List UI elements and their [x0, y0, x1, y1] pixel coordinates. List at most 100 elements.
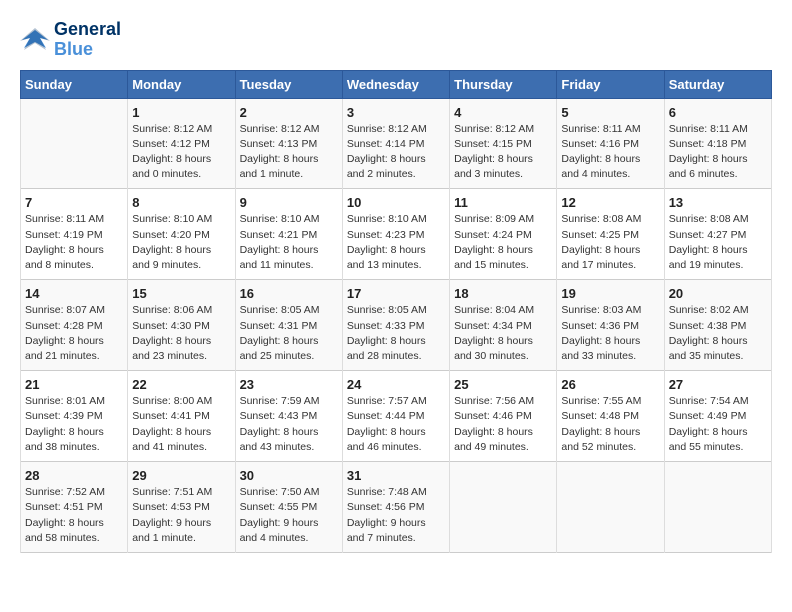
- day-info: Sunrise: 8:12 AM Sunset: 4:15 PM Dayligh…: [454, 122, 552, 183]
- day-number: 13: [669, 195, 767, 210]
- calendar-cell: 12 Sunrise: 8:08 AM Sunset: 4:25 PM Dayli…: [557, 189, 664, 280]
- day-number: 23: [240, 377, 338, 392]
- day-number: 21: [25, 377, 123, 392]
- day-number: 22: [132, 377, 230, 392]
- day-number: 7: [25, 195, 123, 210]
- day-number: 17: [347, 286, 445, 301]
- day-info: Sunrise: 8:12 AM Sunset: 4:12 PM Dayligh…: [132, 122, 230, 183]
- calendar-cell: 5Sunrise: 8:11 AM Sunset: 4:16 PM Daylig…: [557, 98, 664, 189]
- calendar-cell: 22 Sunrise: 8:00 AM Sunset: 4:41 PM Dayli…: [128, 371, 235, 462]
- day-number: 29: [132, 468, 230, 483]
- day-number: 25: [454, 377, 552, 392]
- day-number: 6: [669, 105, 767, 120]
- calendar-cell: 10 Sunrise: 8:10 AM Sunset: 4:23 PM Dayli…: [342, 189, 449, 280]
- day-info: Sunrise: 8:12 AM Sunset: 4:13 PM Dayligh…: [240, 122, 338, 183]
- day-info: Sunrise: 7:52 AM Sunset: 4:51 PM Dayligh…: [25, 485, 123, 546]
- column-header-saturday: Saturday: [664, 70, 771, 98]
- day-number: 8: [132, 195, 230, 210]
- day-info: Sunrise: 8:11 AM Sunset: 4:16 PM Dayligh…: [561, 122, 659, 183]
- day-info: Sunrise: 8:07 AM Sunset: 4:28 PM Dayligh…: [25, 303, 123, 364]
- day-number: 19: [561, 286, 659, 301]
- day-number: 24: [347, 377, 445, 392]
- day-info: Sunrise: 7:54 AM Sunset: 4:49 PM Dayligh…: [669, 394, 767, 455]
- logo-text-line2: Blue: [54, 40, 121, 60]
- day-info: Sunrise: 8:10 AM Sunset: 4:21 PM Dayligh…: [240, 212, 338, 273]
- column-header-monday: Monday: [128, 70, 235, 98]
- calendar-cell: 28 Sunrise: 7:52 AM Sunset: 4:51 PM Dayli…: [21, 462, 128, 553]
- day-info: Sunrise: 8:12 AM Sunset: 4:14 PM Dayligh…: [347, 122, 445, 183]
- column-header-wednesday: Wednesday: [342, 70, 449, 98]
- calendar-week-4: 21 Sunrise: 8:01 AM Sunset: 4:39 PM Dayli…: [21, 371, 772, 462]
- calendar-cell: 16Sunrise: 8:05 AM Sunset: 4:31 PM Dayli…: [235, 280, 342, 371]
- calendar-cell: 31Sunrise: 7:48 AM Sunset: 4:56 PM Dayli…: [342, 462, 449, 553]
- calendar-cell: 11 Sunrise: 8:09 AM Sunset: 4:24 PM Dayli…: [450, 189, 557, 280]
- calendar-cell: 1 Sunrise: 8:12 AM Sunset: 4:12 PM Daylig…: [128, 98, 235, 189]
- calendar-cell: 7 Sunrise: 8:11 AM Sunset: 4:19 PM Daylig…: [21, 189, 128, 280]
- day-info: Sunrise: 8:03 AM Sunset: 4:36 PM Dayligh…: [561, 303, 659, 364]
- calendar-week-1: 1 Sunrise: 8:12 AM Sunset: 4:12 PM Daylig…: [21, 98, 772, 189]
- day-info: Sunrise: 8:05 AM Sunset: 4:33 PM Dayligh…: [347, 303, 445, 364]
- day-number: 18: [454, 286, 552, 301]
- calendar-cell: 9 Sunrise: 8:10 AM Sunset: 4:21 PM Daylig…: [235, 189, 342, 280]
- calendar-cell: 8 Sunrise: 8:10 AM Sunset: 4:20 PM Daylig…: [128, 189, 235, 280]
- calendar-body: 1 Sunrise: 8:12 AM Sunset: 4:12 PM Daylig…: [21, 98, 772, 552]
- day-number: 3: [347, 105, 445, 120]
- calendar-cell: 25 Sunrise: 7:56 AM Sunset: 4:46 PM Dayli…: [450, 371, 557, 462]
- day-number: 4: [454, 105, 552, 120]
- day-number: 30: [240, 468, 338, 483]
- calendar-cell: 17 Sunrise: 8:05 AM Sunset: 4:33 PM Dayli…: [342, 280, 449, 371]
- day-info: Sunrise: 8:08 AM Sunset: 4:27 PM Dayligh…: [669, 212, 767, 273]
- day-number: 27: [669, 377, 767, 392]
- day-number: 9: [240, 195, 338, 210]
- day-number: 26: [561, 377, 659, 392]
- calendar-cell: 30Sunrise: 7:50 AM Sunset: 4:55 PM Dayli…: [235, 462, 342, 553]
- day-number: 12: [561, 195, 659, 210]
- day-info: Sunrise: 8:09 AM Sunset: 4:24 PM Dayligh…: [454, 212, 552, 273]
- day-number: 1: [132, 105, 230, 120]
- logo-text-line1: General: [54, 20, 121, 40]
- day-info: Sunrise: 8:01 AM Sunset: 4:39 PM Dayligh…: [25, 394, 123, 455]
- day-info: Sunrise: 8:04 AM Sunset: 4:34 PM Dayligh…: [454, 303, 552, 364]
- day-number: 31: [347, 468, 445, 483]
- calendar-cell: 13 Sunrise: 8:08 AM Sunset: 4:27 PM Dayli…: [664, 189, 771, 280]
- calendar-cell: 27 Sunrise: 7:54 AM Sunset: 4:49 PM Dayli…: [664, 371, 771, 462]
- calendar-week-5: 28 Sunrise: 7:52 AM Sunset: 4:51 PM Dayli…: [21, 462, 772, 553]
- day-number: 16: [240, 286, 338, 301]
- calendar-cell: [557, 462, 664, 553]
- calendar-header: SundayMondayTuesdayWednesdayThursdayFrid…: [21, 70, 772, 98]
- day-info: Sunrise: 8:00 AM Sunset: 4:41 PM Dayligh…: [132, 394, 230, 455]
- day-info: Sunrise: 8:06 AM Sunset: 4:30 PM Dayligh…: [132, 303, 230, 364]
- day-info: Sunrise: 8:10 AM Sunset: 4:23 PM Dayligh…: [347, 212, 445, 273]
- day-number: 28: [25, 468, 123, 483]
- day-number: 14: [25, 286, 123, 301]
- calendar-cell: 29Sunrise: 7:51 AM Sunset: 4:53 PM Dayli…: [128, 462, 235, 553]
- calendar-cell: [21, 98, 128, 189]
- calendar-cell: 4 Sunrise: 8:12 AM Sunset: 4:15 PM Daylig…: [450, 98, 557, 189]
- calendar-table: SundayMondayTuesdayWednesdayThursdayFrid…: [20, 70, 772, 553]
- calendar-cell: 19 Sunrise: 8:03 AM Sunset: 4:36 PM Dayli…: [557, 280, 664, 371]
- day-info: Sunrise: 7:57 AM Sunset: 4:44 PM Dayligh…: [347, 394, 445, 455]
- calendar-cell: 20Sunrise: 8:02 AM Sunset: 4:38 PM Dayli…: [664, 280, 771, 371]
- day-number: 11: [454, 195, 552, 210]
- day-info: Sunrise: 8:10 AM Sunset: 4:20 PM Dayligh…: [132, 212, 230, 273]
- day-info: Sunrise: 8:11 AM Sunset: 4:18 PM Dayligh…: [669, 122, 767, 183]
- column-header-friday: Friday: [557, 70, 664, 98]
- day-info: Sunrise: 8:11 AM Sunset: 4:19 PM Dayligh…: [25, 212, 123, 273]
- day-info: Sunrise: 8:02 AM Sunset: 4:38 PM Dayligh…: [669, 303, 767, 364]
- calendar-week-3: 14 Sunrise: 8:07 AM Sunset: 4:28 PM Dayli…: [21, 280, 772, 371]
- column-header-thursday: Thursday: [450, 70, 557, 98]
- day-info: Sunrise: 7:56 AM Sunset: 4:46 PM Dayligh…: [454, 394, 552, 455]
- calendar-cell: 15Sunrise: 8:06 AM Sunset: 4:30 PM Dayli…: [128, 280, 235, 371]
- calendar-cell: 26Sunrise: 7:55 AM Sunset: 4:48 PM Dayli…: [557, 371, 664, 462]
- calendar-cell: [664, 462, 771, 553]
- calendar-cell: 3 Sunrise: 8:12 AM Sunset: 4:14 PM Daylig…: [342, 98, 449, 189]
- calendar-cell: 21 Sunrise: 8:01 AM Sunset: 4:39 PM Dayli…: [21, 371, 128, 462]
- day-info: Sunrise: 8:08 AM Sunset: 4:25 PM Dayligh…: [561, 212, 659, 273]
- calendar-cell: 14 Sunrise: 8:07 AM Sunset: 4:28 PM Dayli…: [21, 280, 128, 371]
- header: General Blue: [20, 20, 772, 60]
- logo-icon: [20, 26, 50, 54]
- calendar-cell: [450, 462, 557, 553]
- calendar-cell: 2Sunrise: 8:12 AM Sunset: 4:13 PM Daylig…: [235, 98, 342, 189]
- calendar-cell: 24 Sunrise: 7:57 AM Sunset: 4:44 PM Dayli…: [342, 371, 449, 462]
- day-number: 10: [347, 195, 445, 210]
